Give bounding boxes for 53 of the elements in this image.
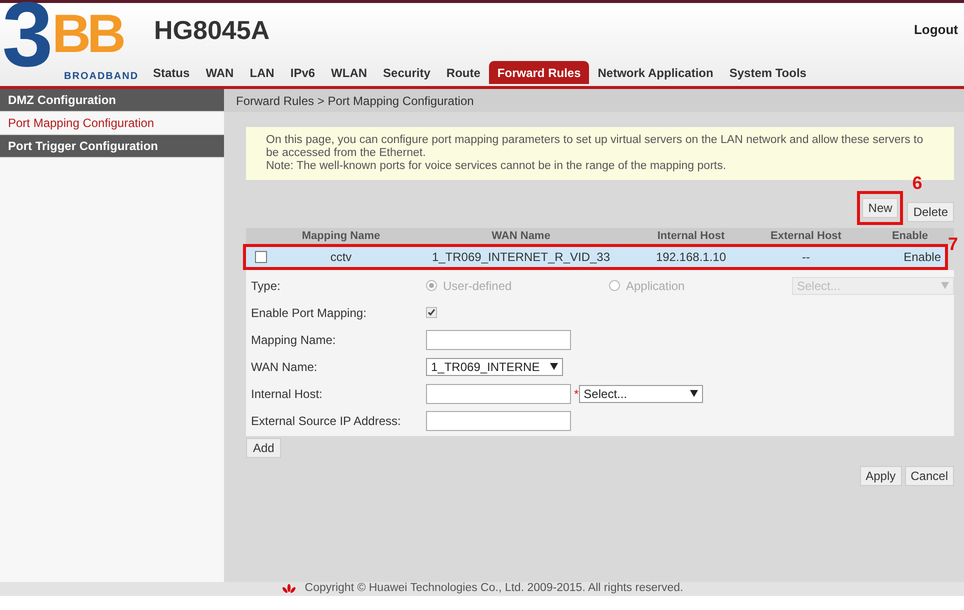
column-header: WAN Name xyxy=(490,228,552,244)
nav-tab[interactable]: WAN xyxy=(198,61,241,84)
nav-tab[interactable]: Route xyxy=(439,61,488,84)
row-checkbox[interactable] xyxy=(255,251,267,263)
nav-tab[interactable]: LAN xyxy=(242,61,282,84)
checkbox[interactable] xyxy=(426,307,437,318)
column-header: External Host xyxy=(770,228,842,244)
model-title: HG8045A xyxy=(154,17,270,43)
cancel-button[interactable]: Cancel xyxy=(904,466,954,486)
nav-tab[interactable]: Status xyxy=(146,61,197,84)
sidebar-item[interactable]: DMZ Configuration xyxy=(0,89,224,112)
select-field[interactable]: 1_TR069_INTERNE xyxy=(426,358,563,376)
nav-tab[interactable]: WLAN xyxy=(324,61,374,84)
nav-tab[interactable]: Security xyxy=(376,61,438,84)
nav-tab[interactable]: IPv6 xyxy=(283,61,322,84)
flower-logo-icon xyxy=(280,584,297,594)
nav-tab[interactable]: Forward Rules xyxy=(489,61,589,84)
table-cell-text: cctv xyxy=(329,249,353,266)
input-field[interactable] xyxy=(426,384,571,404)
sidebar-item[interactable]: Port Trigger Configuration xyxy=(0,135,224,158)
radio-label: Application xyxy=(626,278,685,294)
required-mark: * xyxy=(574,386,579,402)
new-button[interactable]: New xyxy=(862,198,898,218)
nav-tab[interactable]: System Tools xyxy=(722,61,814,84)
add-button[interactable]: Add xyxy=(246,438,282,458)
field-label: Enable Port Mapping: xyxy=(250,304,368,322)
input-field[interactable] xyxy=(426,330,571,350)
field-label: External Source IP Address: xyxy=(250,412,402,430)
input-field[interactable] xyxy=(426,410,571,430)
table-row[interactable]: cctv 1_TR069_INTERNET_R_VID_33 192.168.1.10 -- Enable xyxy=(246,247,945,267)
dropdown-arrow-icon xyxy=(941,282,949,289)
table-cell-text: 192.168.1.10 xyxy=(654,249,728,266)
field-label: Mapping Name: xyxy=(250,332,337,348)
field-label: Internal Host: xyxy=(250,386,324,402)
table-cell-text: 1_TR069_INTERNET_R_VID_33 xyxy=(430,249,612,266)
column-header: Internal Host xyxy=(656,228,726,244)
dropdown-arrow-icon xyxy=(690,390,698,397)
copyright-text: Copyright © Huawei Technologies Co., Ltd. 2009-2015. All rights reserved. xyxy=(304,581,684,596)
select-field[interactable]: Select... xyxy=(578,384,703,402)
column-header: Enable xyxy=(890,228,930,244)
logout-link[interactable]: Logout xyxy=(914,20,958,40)
nav-tab[interactable]: Network Application xyxy=(590,61,720,84)
delete-button[interactable]: Delete xyxy=(907,202,954,222)
annotation-number: 7 xyxy=(948,235,958,253)
breadcrumb: Forward Rules > Port Mapping Configuration xyxy=(224,89,964,112)
column-header: Mapping Name xyxy=(300,228,382,244)
table-cell-text: -- xyxy=(801,249,811,266)
apply-button[interactable]: Apply xyxy=(860,466,902,486)
dropdown-arrow-icon xyxy=(550,363,558,370)
field-label: WAN Name: xyxy=(250,358,318,376)
field-label: Type: xyxy=(250,278,282,294)
radio-label: User-defined xyxy=(443,278,512,294)
table-cell-text: Enable xyxy=(902,249,942,266)
